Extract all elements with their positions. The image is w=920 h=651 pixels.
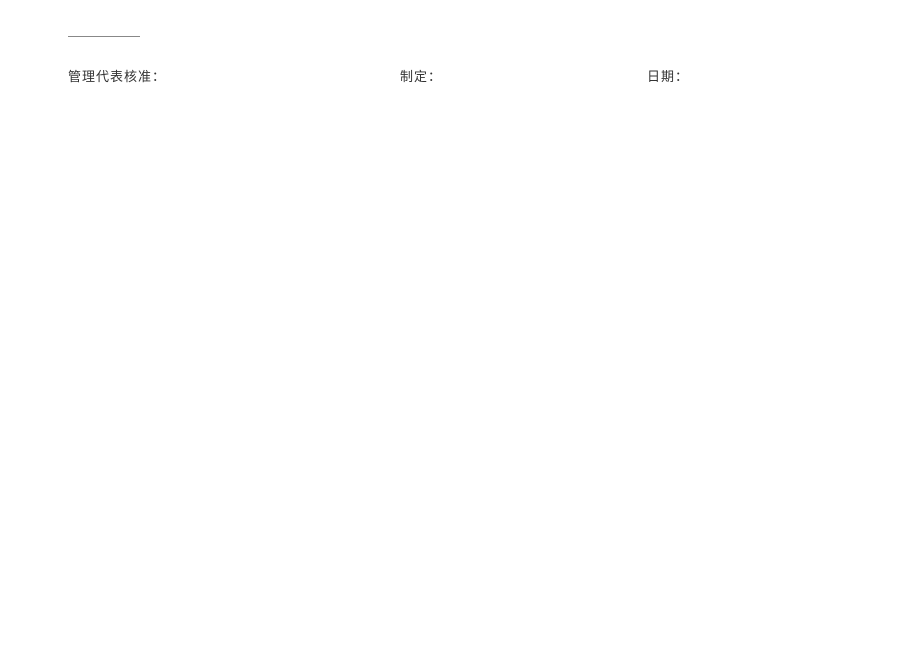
approver-label: 管理代表核准：: [68, 66, 400, 85]
date-label: 日期：: [647, 66, 880, 85]
preparer-label: 制定：: [400, 66, 647, 85]
header-border-line: [68, 36, 140, 37]
signature-row: 管理代表核准： 制定： 日期：: [68, 66, 880, 85]
